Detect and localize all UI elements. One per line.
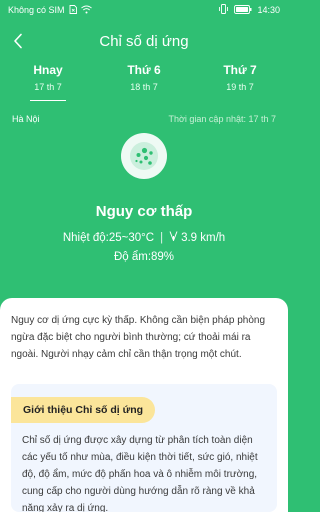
tab-saturday[interactable]: Thứ 7 19 th 7 [192,62,288,98]
humidity: Độ ẩm:89% [113,251,175,263]
tab-day-date: 18 th 7 [130,82,158,92]
tab-day-name: Hnay [33,63,63,77]
vibrate-icon [218,4,229,16]
city-name: Hà Nội [12,114,40,124]
intro-title: Giới thiệu Chỉ số dị ứng [11,397,156,423]
tab-day-name: Thứ 6 [127,63,161,77]
tab-today[interactable]: Hnay 17 th 7 [0,62,96,98]
tab-friday[interactable]: Thứ 6 18 th 7 [96,62,192,98]
tab-day-date: 17 th 7 [34,82,62,92]
battery-icon [234,4,252,16]
info-row: Hà Nội Thời gian cập nhật: 17 th 7 [0,112,288,126]
risk-level: Nguy cơ thấp [95,203,193,220]
temp-wind-row: Nhiệt độ:25~30°C | 3.9 km/h [0,231,288,244]
clock-text: 14:30 [257,5,280,15]
back-button[interactable] [6,28,30,54]
advice-text: Nguy cơ dị ứng cực kỳ thấp. Không cần bi… [11,315,265,360]
status-left: Không có SIM [8,4,92,16]
wind-speed: 3.9 km/h [181,231,226,244]
pollen-icon [120,132,168,180]
day-tabs: Hnay 17 th 7 Thứ 6 18 th 7 Thứ 7 19 th 7 [0,62,288,98]
divider: | [160,231,164,244]
app-bar: Chỉ số dị ứng [0,24,288,58]
status-bar: Không có SIM 14:30 [0,0,288,20]
wifi-icon [80,5,92,16]
intro-text: Chỉ số dị ứng được xây dựng từ phân tích… [22,435,258,512]
update-time: Thời gian cập nhật: 17 th 7 [168,114,276,124]
tab-day-name: Thứ 7 [223,63,257,77]
status-right: 14:30 [218,4,280,16]
intro-box: Giới thiệu Chỉ số dị ứng Chỉ số dị ứng đ… [11,384,277,512]
wind-icon [169,231,178,244]
detail-card: Nguy cơ dị ứng cực kỳ thấp. Không cần bi… [0,298,288,512]
carrier-text: Không có SIM [8,5,65,15]
page-title: Chỉ số dị ứng [99,32,189,50]
tab-day-date: 19 th 7 [226,82,254,92]
temperature: Nhiệt độ:25~30°C [62,231,155,244]
chevron-left-icon [14,33,22,49]
sim-icon [69,4,77,16]
